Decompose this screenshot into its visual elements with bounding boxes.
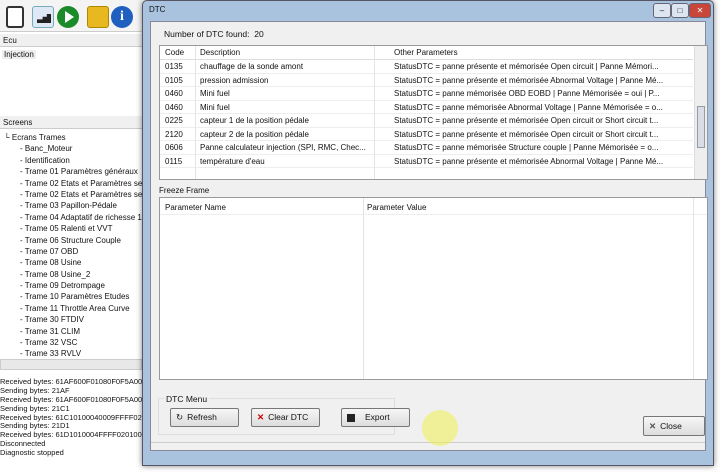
dtc-dialog: DTC – □ ✕ Number of DTC found: 20 Code D…	[142, 0, 714, 466]
tree-item-label: Banc_Moteur	[24, 144, 73, 154]
freeze-frame-table: Parameter Name Parameter Value	[159, 197, 708, 380]
col-parameter-value[interactable]: Parameter Value	[367, 201, 426, 215]
cell-description: capteur 1 de la position pédale	[200, 116, 309, 125]
tree-item-label: Trame 03 Papillon-Pédale	[24, 201, 117, 211]
ecu-item-injection[interactable]: Injection	[2, 50, 36, 59]
x-icon: ✕	[257, 412, 265, 422]
table-row[interactable]: 0460 Mini fuel StatusDTC = panne mémorisée…	[160, 87, 693, 101]
cell-code: 0105	[165, 75, 183, 85]
maximize-button[interactable]: □	[671, 3, 689, 18]
close-label: Close	[660, 420, 682, 431]
dialog-title: DTC	[149, 5, 166, 14]
col-other-parameters[interactable]: Other Parameters	[394, 46, 458, 60]
dtc-count-value: 20	[254, 29, 264, 39]
cell-code: 0115	[165, 156, 183, 166]
export-label: Export	[365, 412, 390, 422]
cell-other-parameters: StatusDTC = panne mémorisée Abnormal Vol…	[394, 102, 663, 112]
cell-description: Mini fuel	[200, 89, 230, 98]
info-icon[interactable]: i	[111, 6, 133, 28]
table-row[interactable]: 0105 pression admission StatusDTC = panne …	[160, 74, 693, 87]
tree-item-label: Trame 05 Ralenti et VVT	[24, 224, 113, 234]
clear-dtc-label: Clear DTC	[268, 412, 309, 422]
cell-other-parameters: StatusDTC = panne présente et mémorisée …	[394, 129, 659, 139]
col-description[interactable]: Description	[200, 46, 240, 60]
cell-description: chauffage de la sonde amont	[200, 62, 304, 71]
cell-other-parameters: StatusDTC = panne présente et mémorisée …	[394, 156, 664, 166]
refresh-button[interactable]: ↻ Refresh	[170, 408, 239, 427]
cell-code: 0460	[165, 89, 183, 98]
tree-item-label: Trame 06 Structure Couple	[24, 235, 121, 245]
export-button[interactable]: Export	[341, 408, 410, 427]
save-icon	[347, 413, 355, 422]
table-row[interactable]: 0460 Mini fuel StatusDTC = panne mémorisée…	[160, 101, 693, 114]
tree-item-label: Trame 08 Usine	[24, 258, 82, 268]
ecu-header: Ecu	[0, 34, 142, 47]
clear-dtc-button[interactable]: ✕ Clear DTC	[251, 408, 320, 427]
dialog-client: Number of DTC found: 20 Code Description…	[150, 21, 708, 451]
tree-item-label: Trame 04 Adaptatif de richesse 1	[24, 212, 142, 222]
tree-item-label: Trame 08 Usine_2	[24, 269, 91, 279]
cell-other-parameters: StatusDTC = panne présente et mémorisée …	[394, 116, 659, 125]
horizontal-scrollbar[interactable]	[0, 359, 142, 370]
col-parameter-name[interactable]: Parameter Name	[165, 201, 226, 215]
cell-description: capteur 2 de la position pédale	[200, 129, 309, 139]
tree-root-label: Ecrans Trames	[11, 133, 66, 142]
refresh-icon: ↻	[176, 412, 184, 422]
tree-item-label: Trame 09 Detrompage	[24, 281, 105, 291]
settings-icon[interactable]	[87, 6, 109, 28]
table-row[interactable]: 0135 chauffage de la sonde amont StatusDTC…	[160, 60, 693, 74]
col-code[interactable]: Code	[165, 46, 184, 60]
cell-code: 0225	[165, 116, 183, 125]
cell-description: pression admission	[200, 75, 269, 85]
table-header: Code Description Other Parameters	[160, 46, 693, 60]
table-row[interactable]: 0606 Panne calculateur injection (SPI, RM…	[160, 141, 693, 155]
table-row[interactable]: 0115 température d'eau StatusDTC = panne p…	[160, 155, 693, 168]
dtc-count: Number of DTC found: 20	[164, 29, 264, 39]
cursor-highlight	[422, 410, 458, 446]
close-icon: ✕	[649, 420, 657, 431]
cell-other-parameters: StatusDTC = panne mémorisée Structure co…	[394, 143, 659, 152]
cell-code: 0606	[165, 143, 183, 152]
tree-item-label: Trame 10 Paramètres Etudes	[24, 292, 130, 302]
status-bar	[151, 442, 705, 450]
tree-item-label: Trame 01 Paramètres généraux	[24, 167, 138, 177]
cell-description: Panne calculateur injection (SPI, RMC, C…	[200, 143, 366, 152]
table-row[interactable]: 0225 capteur 1 de la position pédale Statu…	[160, 114, 693, 128]
table-row[interactable]: 2120 capteur 2 de la position pédale Statu…	[160, 128, 693, 141]
cell-description: température d'eau	[200, 156, 265, 166]
tree-item-label: Trame 30 FTDIV	[24, 315, 85, 325]
screens-header: Screens	[0, 116, 142, 129]
tree-item-label: Trame 32 VSC	[24, 338, 78, 348]
log-line: Diagnostic stopped	[0, 448, 64, 458]
log-panel: Received bytes: 61AF600F01080F0F5A0010 Se…	[0, 377, 151, 458]
cell-description: Mini fuel	[200, 102, 230, 112]
minimize-button[interactable]: –	[653, 3, 671, 18]
toolbar: i	[0, 0, 142, 32]
tree-item-label: Identification	[24, 155, 70, 165]
close-button[interactable]: ✕ Close	[643, 416, 705, 436]
dtc-table: Code Description Other Parameters 0135 ch…	[159, 45, 708, 180]
tree-item-label: Trame 07 OBD	[24, 246, 79, 256]
play-icon[interactable]	[57, 6, 79, 28]
refresh-label: Refresh	[187, 412, 217, 422]
cell-other-parameters: StatusDTC = panne présente et mémorisée …	[394, 62, 659, 71]
file-icon[interactable]	[6, 6, 24, 28]
cell-code: 2120	[165, 129, 183, 139]
chart-icon[interactable]	[32, 6, 54, 28]
cell-code: 0460	[165, 102, 183, 112]
window-close-button[interactable]: ✕	[689, 3, 711, 18]
cell-other-parameters: StatusDTC = panne présente et mémorisée …	[394, 75, 664, 85]
tree-item-label: Trame 11 Throttle Area Curve	[24, 303, 130, 313]
freeze-frame-label: Freeze Frame	[159, 186, 210, 195]
dtc-count-label: Number of DTC found:	[164, 29, 250, 39]
vertical-scrollbar[interactable]	[694, 46, 707, 179]
tree-item-label: Trame 31 CLIM	[24, 326, 81, 336]
dtc-menu-label: DTC Menu	[164, 394, 210, 404]
cell-other-parameters: StatusDTC = panne mémorisée OBD EOBD | P…	[394, 89, 660, 98]
cell-code: 0135	[165, 62, 183, 71]
tree-item-label: Trame 33 RVLV	[24, 349, 82, 359]
